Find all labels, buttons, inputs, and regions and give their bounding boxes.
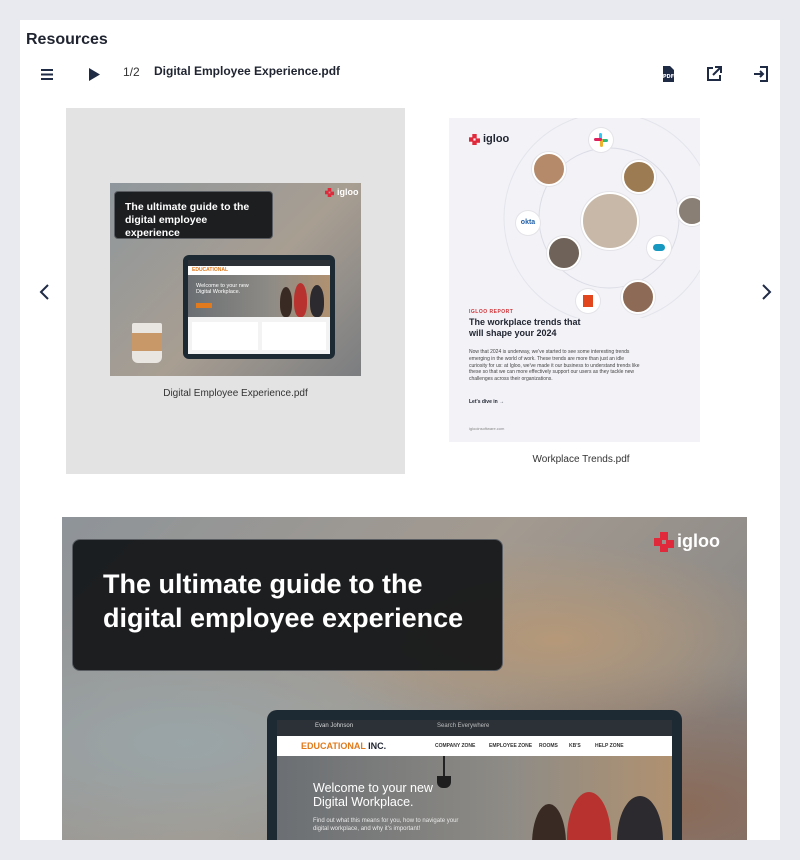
slack-icon: [589, 128, 613, 152]
thumbnail-caption: Workplace Trends.pdf: [532, 454, 630, 465]
photo-circle: [677, 196, 700, 226]
pdf-icon[interactable]: PDF: [658, 64, 678, 84]
report-footer: iglooinsoftware.com: [469, 426, 505, 431]
open-external-icon[interactable]: [704, 64, 724, 84]
photo-circle: [622, 160, 656, 194]
resources-panel: Resources 1/2 Digital Employee Experienc…: [20, 20, 780, 840]
igloo-logo-icon: [654, 531, 674, 552]
person-figure: [567, 792, 611, 840]
viewer-toolbar: 1/2 Digital Employee Experience.pdf PDF: [20, 60, 780, 88]
document-preview: The ultimate guide to the digital employ…: [62, 517, 747, 840]
office-icon: [576, 289, 600, 313]
svg-text:PDF: PDF: [663, 74, 674, 80]
thumbnail-cover: igloo okta IGLOO REPORT The workplace tr…: [449, 118, 700, 442]
menu-icon[interactable]: [38, 64, 58, 84]
cover-laptop-screen: EDUCATIONAL Welcome to your new Digital …: [188, 260, 330, 354]
preview-headline: The ultimate guide to the digital employ…: [103, 569, 464, 633]
report-cta: Let's dive in →: [469, 399, 505, 405]
cover-headline: The ultimate guide to the digital employ…: [125, 201, 250, 240]
preview-laptop-screen: Evan Johnson Search Everywhere EDUCATION…: [277, 720, 672, 840]
thumbnail-workplace-trends[interactable]: igloo okta IGLOO REPORT The workplace tr…: [438, 108, 724, 474]
page-counter: 1/2: [123, 65, 140, 79]
thumbnail-caption: Digital Employee Experience.pdf: [163, 388, 308, 399]
thumbnail-digital-employee-experience[interactable]: The ultimate guide to the digital employ…: [66, 108, 405, 474]
report-tag: IGLOO REPORT: [469, 309, 514, 315]
photo-circle: [621, 280, 655, 314]
page-title: Resources: [26, 31, 108, 48]
cover-headline-box: The ultimate guide to the digital employ…: [114, 191, 273, 239]
report-title: The workplace trends that will shape you…: [469, 317, 581, 338]
report-body: Now that 2024 is underway, we've started…: [469, 349, 640, 382]
person-figure: [532, 804, 566, 840]
export-icon[interactable]: [751, 64, 771, 84]
coffee-cup: [132, 323, 162, 363]
screen-nav: EDUCATIONAL INC. COMPANY ZONE EMPLOYEE Z…: [277, 736, 672, 756]
preview-headline-box: The ultimate guide to the digital employ…: [72, 539, 503, 671]
screen-hero: Welcome to your new Digital Workplace. F…: [277, 756, 672, 840]
prev-arrow-icon[interactable]: [37, 280, 53, 304]
photo-circle: [532, 152, 566, 186]
igloo-logo-icon: [325, 187, 334, 197]
next-arrow-icon[interactable]: [758, 280, 774, 304]
network-lines: [503, 118, 700, 318]
photo-circle: [547, 236, 581, 270]
okta-logo: okta: [516, 211, 540, 235]
current-file-name: Digital Employee Experience.pdf: [154, 64, 341, 78]
person-figure: [617, 796, 663, 840]
preview-laptop: Evan Johnson Search Everywhere EDUCATION…: [267, 710, 682, 840]
screen-topbar: Evan Johnson Search Everywhere: [277, 720, 672, 736]
igloo-logo: igloo: [325, 187, 359, 197]
photo-circle-center: [581, 192, 639, 250]
play-icon[interactable]: [84, 64, 104, 84]
salesforce-icon: [647, 236, 671, 260]
cover-laptop: EDUCATIONAL Welcome to your new Digital …: [183, 255, 335, 359]
thumbnail-cover: The ultimate guide to the digital employ…: [110, 183, 361, 376]
igloo-logo: igloo: [654, 531, 720, 552]
